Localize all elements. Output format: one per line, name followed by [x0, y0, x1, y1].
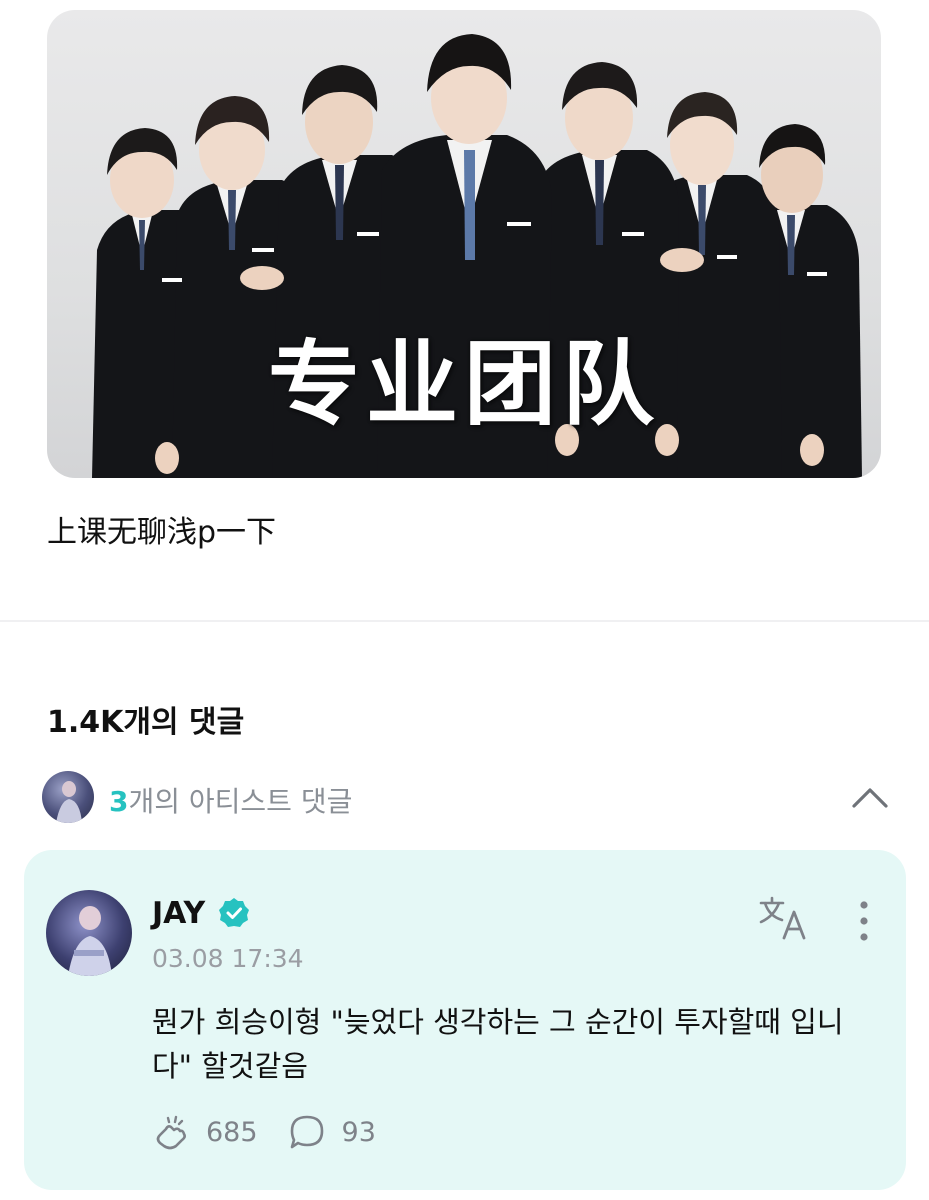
verified-badge-icon — [219, 898, 249, 927]
artist-comments-toggle[interactable]: 3개의 아티스트 댓글 — [42, 768, 892, 826]
section-divider — [0, 620, 929, 622]
reply-bubble-icon — [290, 1115, 323, 1149]
collapse-chevron-up-icon[interactable] — [848, 776, 892, 820]
cheer-button[interactable]: 685 — [152, 1113, 258, 1151]
image-overlay-caption: 专业团队 — [267, 331, 660, 438]
translate-icon[interactable] — [758, 896, 810, 940]
artist-comments-count: 3 — [109, 785, 129, 818]
comment-author-name[interactable]: JAY — [152, 896, 205, 931]
post-image[interactable]: 专业团队 — [47, 10, 881, 478]
cheer-count: 685 — [206, 1116, 258, 1148]
avatar-figure-icon — [56, 781, 82, 823]
reply-button[interactable]: 93 — [288, 1113, 376, 1151]
comment-body: 뭔가 희승이형 "늦었다 생각하는 그 순간이 투자할때 입니다" 할것같음 — [152, 1005, 844, 1083]
comment-author-avatar[interactable] — [46, 890, 132, 976]
artist-avatar — [42, 771, 94, 823]
artist-comment-card: JAY 03.08 17:34 뭔가 희승이형 "늦었다 생각하는 그 순간이 … — [24, 850, 906, 1190]
post-detail-page: 专业团队 上课无聊浅p一下 1.4K개의 댓글 3개의 아티스트 댓글 JAY — [0, 0, 929, 1200]
reply-count: 93 — [341, 1116, 376, 1148]
comment-timestamp: 03.08 17:34 — [152, 944, 304, 973]
avatar-figure-icon — [68, 906, 112, 976]
artist-comments-label: 개의 아티스트 댓글 — [128, 785, 353, 818]
artist-comments-summary: 3개의 아티스트 댓글 — [109, 780, 352, 820]
post-caption: 上课无聊浅p一下 — [47, 515, 277, 550]
comment-actions: 685 93 — [152, 1112, 406, 1152]
cheer-icon — [156, 1115, 186, 1150]
comments-count-heading: 1.4K개의 댓글 — [47, 705, 245, 740]
more-vertical-icon[interactable] — [850, 900, 878, 942]
